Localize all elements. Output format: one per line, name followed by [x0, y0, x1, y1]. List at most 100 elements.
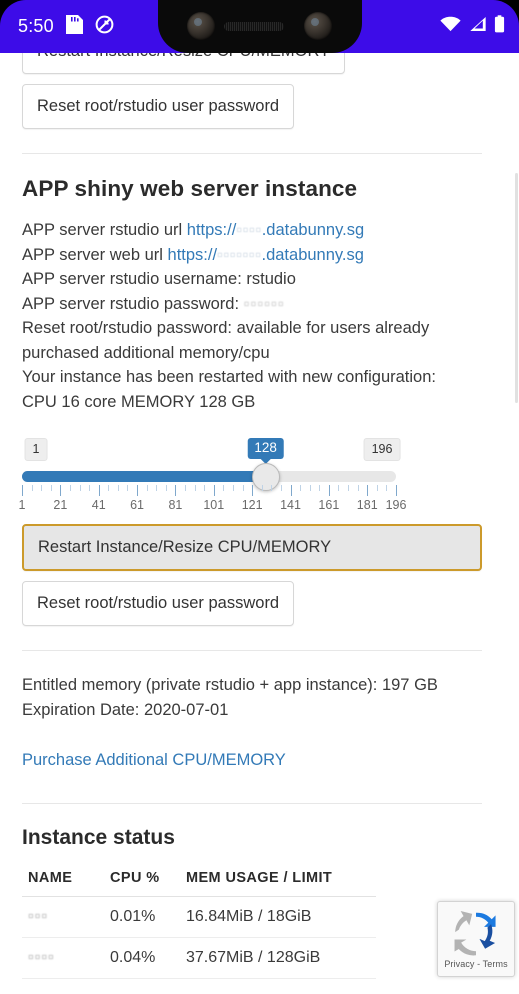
app-web-url-label: APP server web url — [22, 245, 168, 264]
slider-tick-major — [213, 485, 215, 496]
cell-cpu-percent: 0.01% — [104, 896, 180, 938]
slider-tick-major — [367, 485, 369, 496]
slider-tick-label: 1 — [18, 498, 26, 512]
app-section-title: APP shiny web server instance — [22, 176, 358, 201]
slider-tick-minor — [146, 485, 148, 491]
entitled-memory-line: Entitled memory (private rstudio + app i… — [22, 676, 438, 694]
url-redacted-subdomain: ▫▫▫▫ — [236, 221, 262, 239]
divider-entitlement — [22, 650, 482, 651]
slider-tick-minor — [376, 485, 378, 491]
restart-instance-button[interactable]: Restart Instance/Resize CPU/MEMORY — [22, 524, 482, 571]
slider-tick-minor — [69, 485, 71, 491]
app-rstudio-url-line: APP server rstudio url https://▫▫▫▫.data… — [22, 218, 482, 243]
cell-mem-usage: 37.67MiB / 128GiB — [180, 937, 376, 979]
slider-tick-label: 41 — [91, 498, 106, 512]
instance-status-title: Instance status — [22, 825, 175, 849]
restart-note-line-2: CPU 16 core MEMORY 128 GB — [22, 392, 256, 411]
url-redacted-subdomain: ▫▫▫▫▫▫▫ — [217, 245, 262, 264]
slider-tick-minor — [165, 485, 167, 491]
slider-tick-minor — [319, 485, 321, 491]
slider-tick-minor — [280, 485, 282, 491]
slider-tick-label: 81 — [168, 498, 183, 512]
purchase-link-row: Purchase Additional CPU/MEMORY — [22, 748, 482, 773]
app-password-label: APP server rstudio password: — [22, 294, 244, 313]
reset-note-line-2: purchased additional memory/cpu — [22, 343, 270, 362]
table-row: ▫▫▫ 0.01% 16.84MiB / 18GiB — [22, 896, 376, 938]
url-domain: .databunny.sg — [261, 221, 365, 239]
slider-tick-major — [328, 485, 330, 496]
recaptcha-logo-icon — [454, 911, 496, 956]
slider-tick-minor — [348, 485, 350, 491]
column-header-mem: MEM USAGE / LIMIT — [180, 865, 376, 897]
slider-handle[interactable] — [251, 463, 280, 491]
slider-tick-minor — [127, 485, 129, 491]
slider-tick-major — [60, 485, 62, 496]
slider-tick-major — [137, 485, 139, 496]
slider-tick-minor — [194, 485, 196, 491]
slider-tick-label: 121 — [241, 498, 263, 512]
app-password-line: APP server rstudio password: ▫▫▫▫▫▫ — [22, 292, 482, 317]
sd-card-icon — [65, 14, 83, 39]
do-not-disturb-icon — [95, 15, 114, 39]
slider-tick-minor — [309, 485, 311, 491]
reset-password-button[interactable]: Reset root/rstudio user password — [22, 581, 295, 626]
cell-instance-name: ▫▫▫ — [22, 896, 104, 938]
slider-min-label: 1 — [24, 438, 48, 461]
slider-tick-minor — [357, 485, 359, 491]
slider-max-label: 196 — [363, 438, 401, 461]
slider-track[interactable] — [22, 471, 396, 482]
url-scheme: https:// — [167, 245, 218, 264]
page-content: Restart Instance/Resize CPU/MEMORY Reset… — [0, 53, 504, 979]
slider-tick-major — [290, 485, 292, 496]
slider-tick-label: 141 — [280, 498, 301, 512]
webview-page[interactable]: Restart Instance/Resize CPU/MEMORY Reset… — [0, 53, 519, 994]
url-domain: .databunny.sg — [261, 245, 364, 264]
slider-tick-minor — [242, 485, 244, 491]
cell-cpu-percent: 0.04% — [104, 937, 180, 979]
slider-tick-minor — [232, 485, 234, 491]
slider-value-bubble: 128 — [247, 438, 284, 459]
expiration-date-line: Expiration Date: 2020-07-01 — [22, 700, 229, 719]
cell-mem-usage: 16.84MiB / 18GiB — [180, 896, 376, 938]
slider-tick-minor — [223, 485, 225, 491]
table-row: ▫▫▫▫ 0.04% 37.67MiB / 128GiB — [22, 937, 376, 979]
slider-tick-label: 21 — [53, 498, 68, 512]
slider-tick-minor — [386, 485, 388, 491]
cell-instance-name: ▫▫▫▫ — [22, 937, 104, 979]
restart-instance-button-top[interactable]: Restart Instance/Resize CPU/MEMORY — [22, 53, 346, 74]
slider-tick-minor — [41, 485, 43, 491]
app-web-url-line: APP server web url https://▫▫▫▫▫▫▫.datab… — [22, 243, 482, 268]
reset-password-button-top[interactable]: Reset root/rstudio user password — [22, 84, 295, 129]
recaptcha-badge[interactable]: Privacy - Terms — [437, 901, 515, 977]
status-bar: 5:50 — [0, 0, 519, 53]
memory-slider[interactable]: 1 128 196 1 21 41 61 81 101 121 141 161 181 196 — [18, 438, 482, 512]
page-scrollbar[interactable] — [515, 173, 518, 403]
purchase-additional-link[interactable]: Purchase Additional CPU/MEMORY — [22, 751, 286, 769]
slider-tick-label: 196 — [385, 498, 407, 512]
instance-status-table: NAME CPU % MEM USAGE / LIMIT ▫▫▫ 0.01% 1… — [22, 865, 376, 979]
slider-tick-label: 161 — [318, 498, 340, 512]
app-rstudio-url-link[interactable]: https://▫▫▫▫.databunny.sg — [187, 221, 364, 239]
slider-tick-label: 101 — [203, 498, 225, 512]
slider-tick-minor — [108, 485, 110, 491]
front-camera-icon — [187, 12, 215, 40]
app-username-line: APP server rstudio username: rstudio — [22, 270, 296, 288]
slider-tick-minor — [300, 485, 302, 491]
recaptcha-privacy-terms-label[interactable]: Privacy - Terms — [438, 959, 514, 969]
slider-tick-minor — [79, 485, 81, 491]
battery-icon — [494, 15, 505, 38]
divider-status — [22, 802, 482, 804]
table-header-row: NAME CPU % MEM USAGE / LIMIT — [22, 865, 376, 897]
column-header-cpu: CPU % — [104, 865, 180, 897]
slider-tick-minor — [50, 485, 52, 491]
slider-tick-major — [22, 485, 23, 496]
app-web-url-link[interactable]: https://▫▫▫▫▫▫▫.databunny.sg — [168, 246, 364, 264]
slider-tick-minor — [185, 485, 187, 491]
status-bar-right — [440, 0, 505, 53]
slider-tick-minor — [271, 485, 273, 491]
front-camera-secondary-icon — [304, 12, 332, 40]
slider-tick-label: 61 — [130, 498, 145, 512]
slider-tick-minor — [89, 485, 91, 491]
slider-tick-minor — [338, 485, 340, 491]
cellular-signal-icon — [468, 16, 487, 37]
